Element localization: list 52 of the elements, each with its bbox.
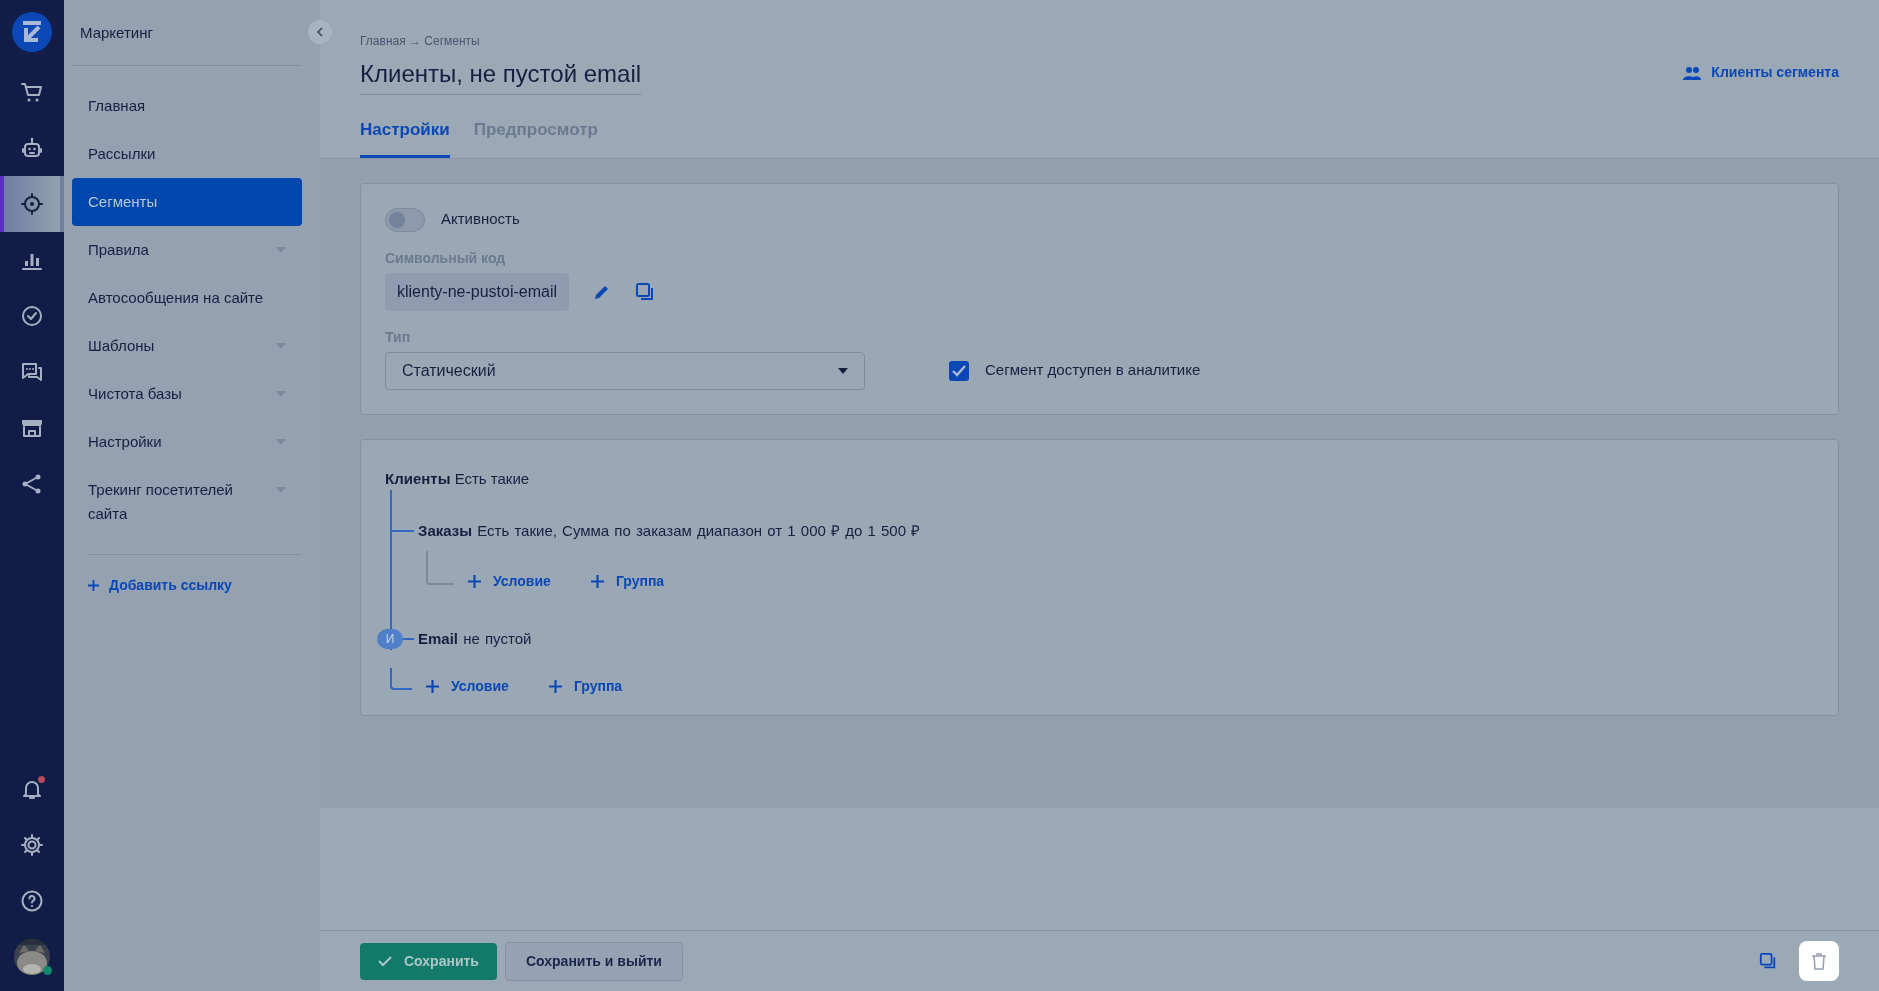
logo-icon[interactable] <box>12 12 52 52</box>
add-group-link[interactable]: Группа <box>548 676 623 697</box>
sidebar-item[interactable]: Шаблоны <box>72 321 302 370</box>
check-icon <box>378 955 392 967</box>
add-condition-link[interactable]: Условие <box>468 570 551 592</box>
page-title: Клиенты, не пустой email <box>360 56 642 95</box>
plus-icon <box>88 579 99 591</box>
tree-connector-line <box>426 551 454 585</box>
condition-text: Клиенты Есть такие <box>385 469 530 487</box>
copy-icon[interactable] <box>1759 952 1777 970</box>
sidebar-item[interactable]: Сегменты <box>72 177 302 226</box>
segment-clients-link[interactable]: Клиенты сегмента <box>1683 62 1839 83</box>
target-icon[interactable] <box>20 192 44 216</box>
sidebar-item[interactable]: Настройки <box>72 417 302 466</box>
sidebar-item[interactable]: Чистота базы <box>72 369 302 418</box>
sidebar-item[interactable]: Главная <box>72 81 302 130</box>
tree-connector-line <box>390 667 412 690</box>
toggle-label: Активность <box>441 209 520 230</box>
help-icon[interactable] <box>20 889 44 913</box>
settings-icon[interactable] <box>20 833 44 857</box>
add-link[interactable]: Добавить ссылку <box>72 562 248 608</box>
robot-icon[interactable] <box>20 136 44 160</box>
chat-icon[interactable] <box>20 360 44 384</box>
check-circle-icon[interactable] <box>20 304 44 328</box>
plus-icon <box>548 680 562 693</box>
sidebar-item[interactable]: Правила <box>72 225 302 274</box>
sidebar-item[interactable]: Рассылки <box>72 129 302 178</box>
chevron-left-icon <box>316 27 324 37</box>
plus-icon <box>468 574 481 588</box>
sidebar-item[interactable]: Трекинг посетителей сайта <box>72 465 302 538</box>
add-condition-link[interactable]: Условие <box>426 676 509 697</box>
save-and-exit-button[interactable]: Сохранить и выйти <box>504 941 683 981</box>
checkbox[interactable] <box>949 360 969 381</box>
code-field: klienty-ne-pustoi-email <box>385 272 570 311</box>
checkbox-label: Сегмент доступен в аналитике <box>985 360 1201 381</box>
plus-icon <box>426 680 439 693</box>
toggle-switch[interactable] <box>385 207 425 232</box>
breadcrumb[interactable]: Главная → Сегменты <box>360 32 1839 50</box>
connector-badge: И <box>377 628 403 649</box>
condition-text: Заказы Есть такие, Сумма по заказам диапазон от 1 000 ₽ до 1 500 ₽ <box>418 521 921 541</box>
caret-icon <box>838 367 848 374</box>
cart-icon[interactable] <box>20 80 44 104</box>
plus-icon <box>590 574 604 588</box>
trash-icon <box>1811 952 1827 970</box>
add-group-link[interactable]: Группа <box>590 570 665 592</box>
sidebar-title: Маркетинг <box>79 23 154 43</box>
save-button[interactable]: Сохранить <box>360 942 497 980</box>
people-icon <box>1683 65 1702 80</box>
type-select[interactable]: Статический <box>385 351 865 390</box>
sidebar-item[interactable]: Автосообщения на сайте <box>72 273 302 322</box>
condition-text: Email не пустой <box>418 628 532 649</box>
copy-icon[interactable] <box>635 281 656 302</box>
